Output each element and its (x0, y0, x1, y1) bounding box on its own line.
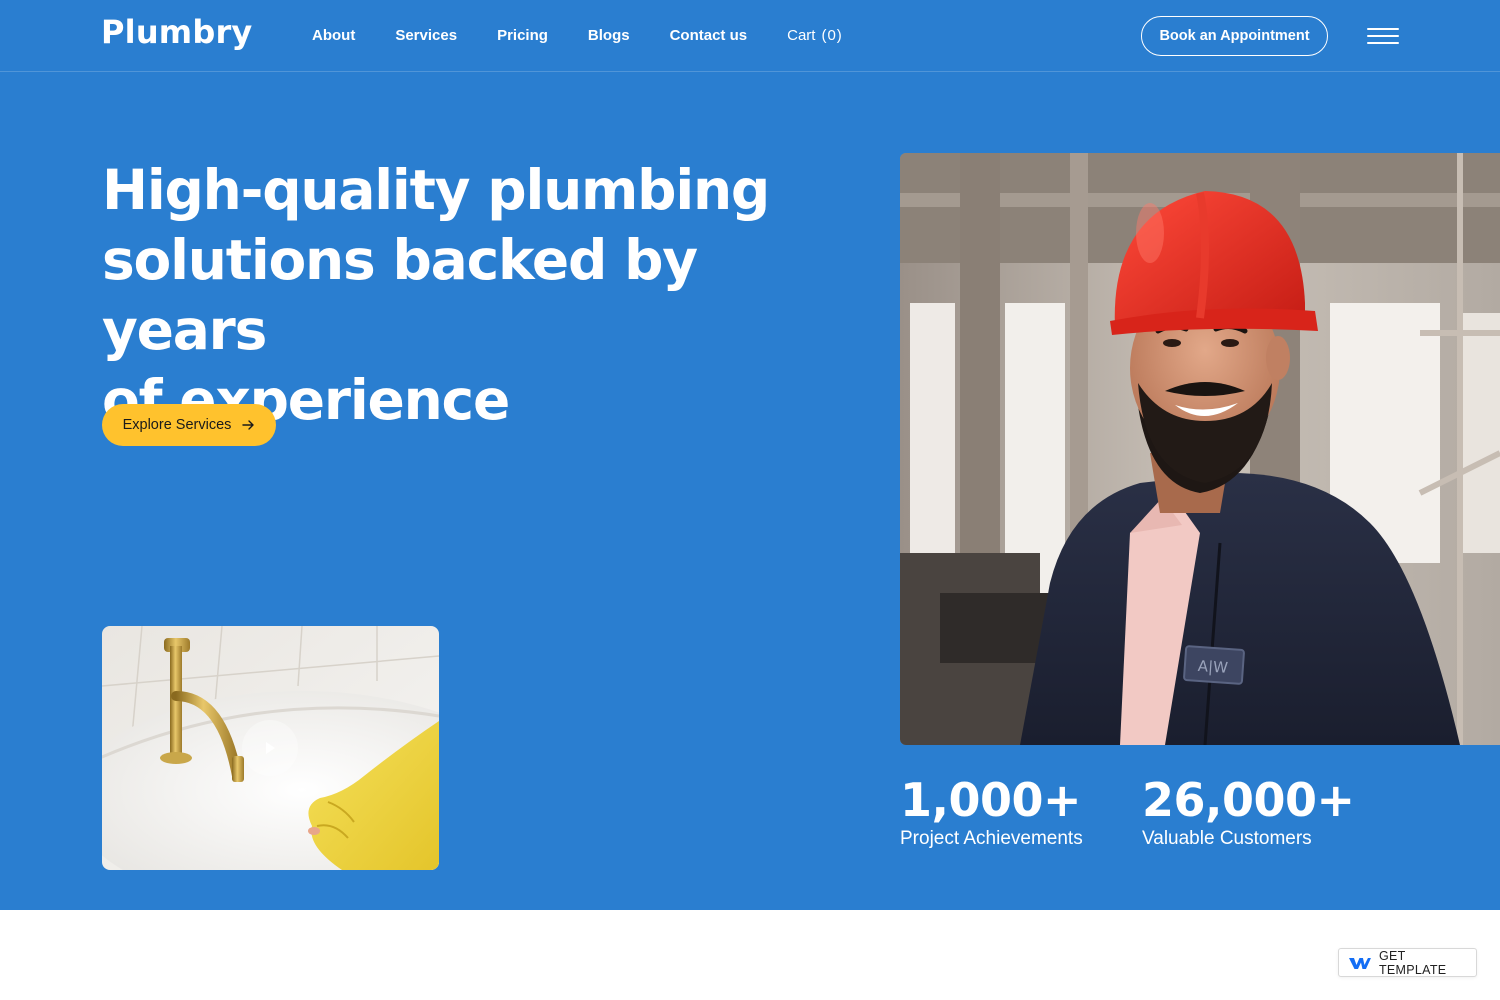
nav-link-contact[interactable]: Contact us (670, 24, 748, 48)
stat-number: 1,000+ (900, 773, 1082, 827)
stat-number: 26,000+ (1142, 773, 1355, 827)
nav-link-pricing[interactable]: Pricing (497, 24, 548, 48)
hero-headline-line: solutions backed by years (102, 228, 698, 362)
get-template-badge[interactable]: GET TEMPLATE (1338, 948, 1477, 977)
plumber-photo: A|W (900, 153, 1500, 745)
stat-label: Project Achievements (900, 828, 1083, 849)
webflow-logo-icon (1349, 957, 1371, 969)
menu-icon[interactable] (1367, 27, 1399, 45)
brand-logo[interactable]: Plumbry (101, 13, 253, 51)
cart-label: Cart (787, 27, 816, 44)
play-button[interactable] (242, 720, 298, 776)
cart-link[interactable]: Cart (0) (787, 24, 843, 48)
hero-headline: High-quality plumbing solutions backed b… (102, 155, 822, 435)
nav-links: About Services Pricing Blogs Contact us … (312, 24, 883, 48)
arrow-right-icon (242, 420, 255, 430)
play-icon (266, 742, 275, 754)
book-appointment-button[interactable]: Book an Appointment (1141, 16, 1328, 56)
nav-link-about[interactable]: About (312, 24, 355, 48)
nav-link-blogs[interactable]: Blogs (588, 24, 630, 48)
video-thumbnail[interactable] (102, 626, 439, 870)
stat-valuable-customers: 26,000+ Valuable Customers (1142, 770, 1355, 850)
explore-services-label: Explore Services (122, 417, 232, 433)
get-template-label: GET TEMPLATE (1378, 948, 1447, 977)
stat-label: Valuable Customers (1142, 828, 1312, 849)
stat-project-achievements: 1,000+ Project Achievements (900, 770, 1083, 850)
explore-services-button[interactable]: Explore Services (102, 404, 276, 446)
cart-count: (0) (821, 27, 843, 44)
navbar: Plumbry About Services Pricing Blogs Con… (0, 0, 1500, 72)
jacket-patch-logo: A|W (1197, 657, 1228, 677)
plumber-portrait-image: A|W (900, 153, 1500, 745)
hero-headline-line: High-quality plumbing (102, 158, 770, 222)
nav-link-services[interactable]: Services (395, 24, 457, 48)
hero-section: Plumbry About Services Pricing Blogs Con… (0, 0, 1500, 910)
